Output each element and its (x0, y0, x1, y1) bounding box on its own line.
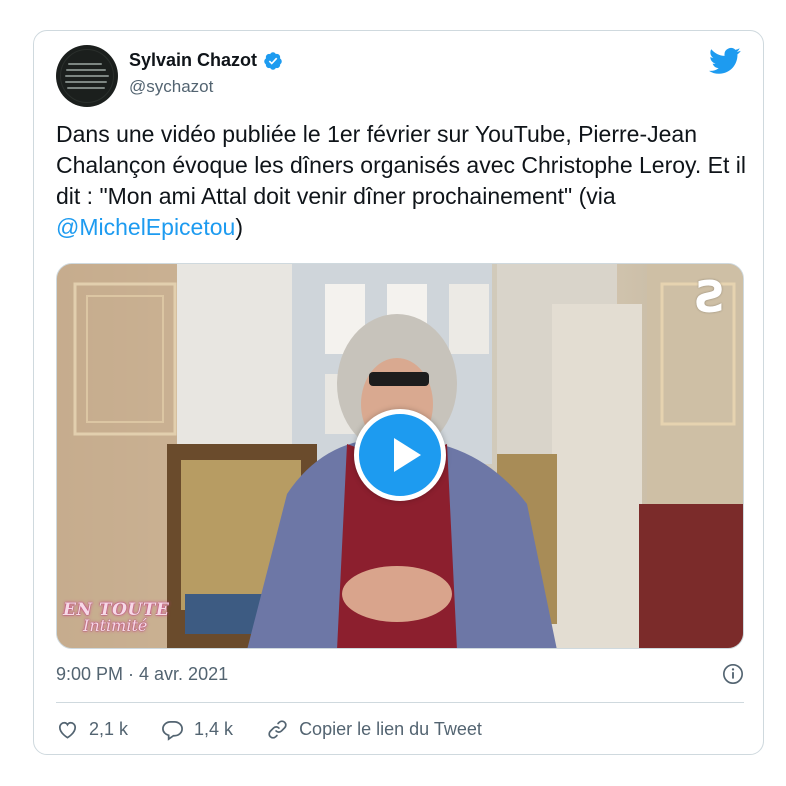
avatar[interactable] (56, 45, 118, 107)
play-button[interactable] (354, 409, 446, 501)
copy-link-label: Copier le lien du Tweet (299, 718, 482, 739)
mention-link[interactable]: @MichelEpicetou (56, 214, 235, 240)
tweet-meta: 9:00 PM · 4 avr. 2021 (56, 659, 744, 689)
divider (56, 702, 744, 703)
reply-icon (162, 720, 183, 741)
reply-button[interactable]: 1,4 k (161, 718, 233, 741)
copy-link-button[interactable]: Copier le lien du Tweet (266, 718, 482, 741)
avatar-line (65, 81, 107, 83)
avatar-line (67, 87, 105, 89)
link-icon (268, 719, 287, 739)
like-count: 2,1 k (89, 718, 129, 739)
avatar-line (68, 63, 102, 65)
verified-badge-icon (264, 51, 282, 70)
avatar-line (65, 75, 109, 77)
tweet-text-body: Dans une vidéo publiée le 1er février su… (56, 121, 746, 209)
author-handle[interactable]: @sychazot (129, 77, 213, 97)
brand-logo-icon: Ƨ (695, 272, 727, 323)
tweet-text: Dans une vidéo publiée le 1er février su… (56, 119, 746, 243)
watermark: EN TOUTE Intimité (63, 600, 169, 635)
author-name[interactable]: Sylvain Chazot (129, 50, 257, 71)
like-button[interactable]: 2,1 k (56, 718, 128, 741)
video-player[interactable]: Ƨ EN TOUTE Intimité (56, 263, 744, 649)
avatar-line (66, 69, 106, 71)
heart-icon (58, 721, 77, 739)
play-icon (394, 438, 421, 472)
tweet-timestamp[interactable]: 9:00 PM · 4 avr. 2021 (56, 664, 228, 685)
reply-count: 1,4 k (194, 718, 234, 739)
twitter-bird-icon[interactable] (709, 47, 741, 75)
info-icon[interactable] (722, 663, 744, 685)
author-name-row: Sylvain Chazot (129, 50, 283, 71)
tweet-text-end: ) (235, 214, 243, 240)
tweet-card: Sylvain Chazot @sychazot Dans une vidéo … (33, 30, 764, 755)
tweet-actions: 2,1 k 1,4 k Copier le lien du Tweet (56, 713, 482, 745)
